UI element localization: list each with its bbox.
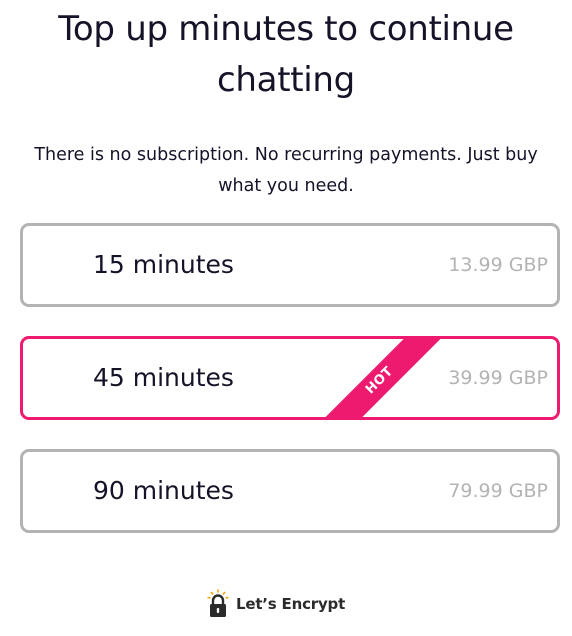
top-up-page: Top up minutes to continue chatting Ther…	[0, 0, 572, 636]
option-15-minutes[interactable]: 15 minutes 13.99 GBP	[20, 223, 560, 307]
option-price: 13.99 GBP	[448, 254, 548, 276]
hot-ribbon: HOT	[317, 339, 443, 417]
option-label: 45 minutes	[93, 363, 234, 392]
badge-text: Let’s Encrypt	[236, 595, 346, 613]
padlock-icon	[207, 589, 229, 617]
option-label: 90 minutes	[93, 476, 234, 505]
page-subtitle: There is no subscription. No recurring p…	[34, 145, 538, 196]
option-45-minutes[interactable]: 45 minutes HOT 39.99 GBP	[20, 336, 560, 420]
option-label: 15 minutes	[93, 250, 234, 279]
page-title: Top up minutes to continue chatting	[58, 9, 514, 100]
option-price: 79.99 GBP	[448, 480, 548, 502]
lets-encrypt-badge: Let’s Encrypt	[206, 587, 345, 621]
option-price: 39.99 GBP	[448, 367, 548, 389]
option-90-minutes[interactable]: 90 minutes 79.99 GBP	[20, 449, 560, 533]
